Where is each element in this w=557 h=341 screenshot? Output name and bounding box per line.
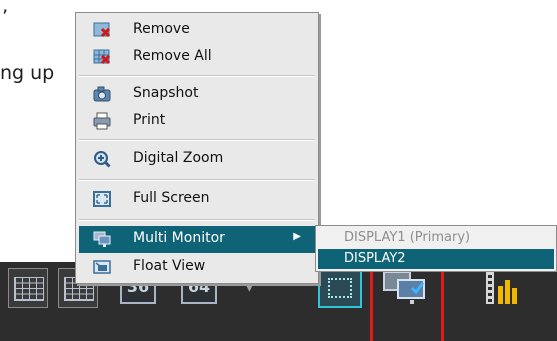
layout-3x3-button[interactable] [8,268,48,308]
submenu-item-label: DISPLAY1 (Primary) [344,230,471,245]
full-screen-icon [93,191,111,207]
menu-item-label: Print [133,112,166,128]
film-bars-icon [486,272,517,304]
menu-item-full-screen[interactable]: Full Screen [79,186,315,213]
menu-separator [79,219,315,221]
menu-separator [79,139,315,141]
submenu-arrow-icon: ▶ [293,231,301,242]
multi-monitor-icon [93,231,111,247]
menu-item-print[interactable]: Print [79,108,315,135]
background-text-fragment: ng up [0,62,55,84]
monitor-divider-marker [441,262,444,341]
full-screen-tool-button[interactable] [318,268,362,308]
menu-item-label: Float View [133,258,206,274]
menu-item-snapshot[interactable]: Snapshot [79,81,315,108]
menu-item-label: Digital Zoom [133,150,224,166]
menu-separator [79,75,315,77]
submenu-item-display1[interactable]: DISPLAY1 (Primary) [318,228,554,248]
menu-item-label: Remove All [133,48,212,64]
multi-monitor-submenu: DISPLAY1 (Primary) DISPLAY2 [315,225,557,272]
menu-item-remove[interactable]: Remove [79,17,315,44]
multi-monitor-tool-button[interactable] [382,270,430,306]
context-menu: Remove Remove All Snapshot Print Digital… [75,12,319,284]
clip-export-button[interactable] [480,268,520,308]
grid-icon [14,277,44,301]
submenu-item-display2[interactable]: DISPLAY2 [318,249,554,269]
remove-all-icon [93,49,111,65]
menu-item-label: Multi Monitor [133,230,225,246]
full-screen-icon [328,278,352,298]
remove-icon [93,22,111,38]
float-view-icon [93,260,111,274]
monitor-divider-marker [370,262,373,341]
printer-icon [93,112,111,130]
camera-icon [93,86,111,102]
multi-monitor-icon [383,271,425,304]
background-text-fragment: ’ [2,6,9,28]
submenu-item-label: DISPLAY2 [344,251,406,266]
menu-item-label: Full Screen [133,190,210,206]
menu-item-label: Remove [133,21,190,37]
menu-item-multi-monitor[interactable]: Multi Monitor ▶ [79,226,315,253]
magnifier-zoom-icon [94,151,111,168]
menu-item-label: Snapshot [133,85,199,101]
menu-separator [79,179,315,181]
menu-item-float-view[interactable]: Float View [79,254,315,281]
menu-item-digital-zoom[interactable]: Digital Zoom [79,146,315,173]
menu-item-remove-all[interactable]: Remove All [79,44,315,71]
